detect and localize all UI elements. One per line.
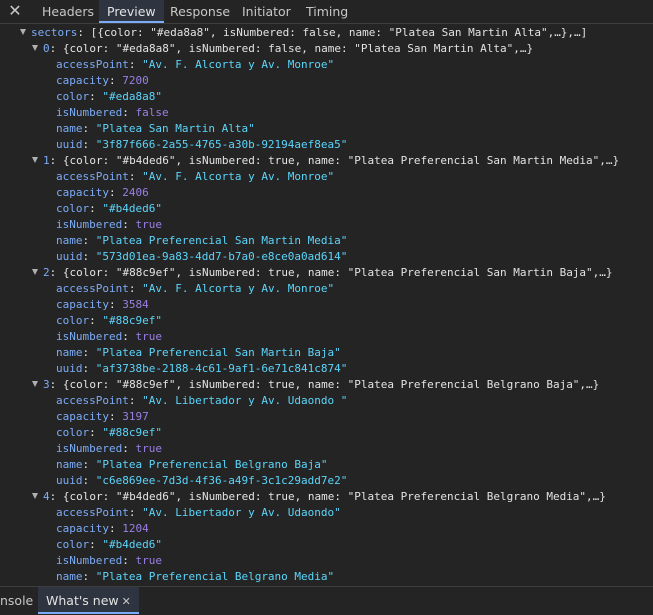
prop-value: "Platea Preferencial Belgrano Media" [95, 570, 335, 583]
tree-prop-row: capacity: 7200 [56, 74, 149, 87]
prop-value: true [135, 554, 162, 567]
tab-response[interactable]: Response [170, 0, 230, 23]
tree-prop-row: accessPoint: "Av. Libertador y Av. Udaon… [56, 394, 348, 407]
tab-timing[interactable]: Timing [306, 0, 348, 23]
tree-summary: {color: "#88c9ef", isNumbered: true, nam… [62, 378, 600, 391]
expand-triangle-icon[interactable] [32, 381, 38, 387]
tree-prop-row: accessPoint: "Av. Libertador y Av. Udaon… [56, 506, 341, 519]
tree-summary: {color: "#b4ded6", isNumbered: true, nam… [62, 154, 620, 167]
prop-value: "Av. Libertador y Av. Udaondo" [142, 506, 341, 519]
tree-prop-row: name: "Platea Preferencial Belgrano Baja… [56, 458, 328, 471]
tree-key: sectors [31, 26, 78, 39]
tree-prop-row: color: "#88c9ef" [56, 314, 162, 327]
prop-value: true [135, 442, 162, 455]
tree-prop-row: isNumbered: false [56, 106, 169, 119]
prop-value: "#88c9ef" [102, 314, 162, 327]
tree-prop-row: color: "#88c9ef" [56, 426, 162, 439]
tree-summary: {color: "#88c9ef", isNumbered: true, nam… [62, 266, 613, 279]
tree-prop-row: accessPoint: "Av. F. Alcorta y Av. Monro… [56, 58, 335, 71]
prop-value: "573d01ea-9a83-4dd7-b7a0-e8ce0a0ad614" [95, 250, 348, 263]
tree-prop-row: isNumbered: true [56, 554, 162, 567]
prop-value: "#88c9ef" [102, 426, 162, 439]
prop-value: 2406 [122, 186, 149, 199]
prop-value: 1204 [122, 522, 149, 535]
tree-prop-row: color: "#b4ded6" [56, 202, 162, 215]
tree-item-row[interactable]: 1: {color: "#b4ded6", isNumbered: true, … [32, 153, 619, 169]
prop-value: "c6e869ee-7d3d-4f36-a49f-3c1c29add7e2" [95, 474, 348, 487]
prop-value: 7200 [122, 74, 149, 87]
tree-prop-row: capacity: 3197 [56, 410, 149, 423]
tree-prop-row: capacity: 1204 [56, 522, 149, 535]
tree-summary: {color: "#b4ded6", isNumbered: true, nam… [62, 490, 606, 503]
prop-value: "#eda8a8" [102, 90, 162, 103]
tree-index: 3 [43, 378, 50, 391]
prop-value: "Platea San Martin Alta" [95, 122, 255, 135]
tab-headers[interactable]: Headers [42, 0, 94, 23]
tab-whats-new[interactable]: What's new ✕ [38, 587, 139, 614]
tree-summary: [{color: "#eda8a8", isNumbered: false, n… [90, 26, 588, 39]
tree-index: 0 [43, 42, 50, 55]
prop-value: "Av. F. Alcorta y Av. Monroe" [142, 58, 335, 71]
tree-prop-row: color: "#eda8a8" [56, 90, 162, 103]
prop-value: "Platea Preferencial Belgrano Baja" [95, 458, 328, 471]
close-icon[interactable]: ✕ [6, 2, 24, 20]
devtools-tabbar: ✕ Headers Preview Response Initiator Tim… [0, 0, 653, 24]
expand-triangle-icon[interactable] [32, 269, 38, 275]
tree-item-row[interactable]: 4: {color: "#b4ded6", isNumbered: true, … [32, 489, 606, 505]
prop-value: "Av. Libertador y Av. Udaondo " [142, 394, 348, 407]
tree-prop-row: name: "Platea Preferencial Belgrano Medi… [56, 570, 335, 583]
tree-prop-row: color: "#b4ded6" [56, 538, 162, 551]
prop-value: 3197 [122, 410, 149, 423]
tree-prop-row: uuid: "c6e869ee-7d3d-4f36-a49f-3c1c29add… [56, 474, 348, 487]
expand-triangle-icon[interactable] [32, 45, 38, 51]
prop-value: false [135, 106, 169, 119]
tree-prop-row: uuid: "3f87f666-2a55-4765-a30b-92194aef8… [56, 138, 348, 151]
tree-index: 4 [43, 490, 50, 503]
expand-triangle-icon[interactable] [20, 29, 26, 35]
tree-prop-row: name: "Platea Preferencial San Martin Ba… [56, 346, 341, 359]
prop-value: "Av. F. Alcorta y Av. Monroe" [142, 170, 335, 183]
tree-prop-row: accessPoint: "Av. F. Alcorta y Av. Monro… [56, 170, 335, 183]
tree-prop-row: name: "Platea San Martin Alta" [56, 122, 255, 135]
tree-prop-row: uuid: "af3738be-2188-4c61-9af1-6e71c841c… [56, 362, 348, 375]
prop-value: "#b4ded6" [102, 538, 162, 551]
tree-prop-row: isNumbered: true [56, 218, 162, 231]
prop-value: "Platea Preferencial San Martin Baja" [95, 346, 341, 359]
prop-value: 3584 [122, 298, 149, 311]
tree-summary: {color: "#eda8a8", isNumbered: false, na… [62, 42, 534, 55]
prop-value: "af3738be-2188-4c61-9af1-6e71c841c874" [95, 362, 348, 375]
tree-prop-row: name: "Platea Preferencial San Martin Me… [56, 234, 348, 247]
prop-value: true [135, 330, 162, 343]
expand-triangle-icon[interactable] [32, 157, 38, 163]
tree-index: 1 [43, 154, 50, 167]
prop-value: "Av. F. Alcorta y Av. Monroe" [142, 282, 335, 295]
tab-whats-new-label: What's new [46, 593, 119, 608]
tree-prop-row: capacity: 3584 [56, 298, 149, 311]
tree-prop-row: accessPoint: "Av. F. Alcorta y Av. Monro… [56, 282, 335, 295]
tree-prop-row: uuid: "573d01ea-9a83-4dd7-b7a0-e8ce0a0ad… [56, 250, 348, 263]
tree-index: 2 [43, 266, 50, 279]
drawer-tabbar: nsole What's new ✕ [0, 586, 653, 614]
prop-value: "3f87f666-2a55-4765-a30b-92194aef8ea5" [95, 138, 348, 151]
tree-item-row[interactable]: 0: {color: "#eda8a8", isNumbered: false,… [32, 41, 533, 57]
prop-value: true [135, 218, 162, 231]
tab-console[interactable]: nsole [0, 587, 33, 614]
tree-prop-row: isNumbered: true [56, 442, 162, 455]
tree-root-row[interactable]: sectors: [{color: "#eda8a8", isNumbered:… [20, 25, 587, 41]
tree-prop-row: isNumbered: true [56, 330, 162, 343]
expand-triangle-icon[interactable] [32, 493, 38, 499]
tab-preview[interactable]: Preview [99, 0, 164, 23]
tree-item-row[interactable]: 3: {color: "#88c9ef", isNumbered: true, … [32, 377, 599, 393]
prop-value: "#b4ded6" [102, 202, 162, 215]
tree-prop-row: capacity: 2406 [56, 186, 149, 199]
prop-value: "Platea Preferencial San Martin Media" [95, 234, 348, 247]
close-icon[interactable]: ✕ [122, 595, 131, 608]
tree-item-row[interactable]: 2: {color: "#88c9ef", isNumbered: true, … [32, 265, 613, 281]
preview-tree: sectors: [{color: "#eda8a8", isNumbered:… [0, 24, 653, 586]
tab-initiator[interactable]: Initiator [242, 0, 291, 23]
